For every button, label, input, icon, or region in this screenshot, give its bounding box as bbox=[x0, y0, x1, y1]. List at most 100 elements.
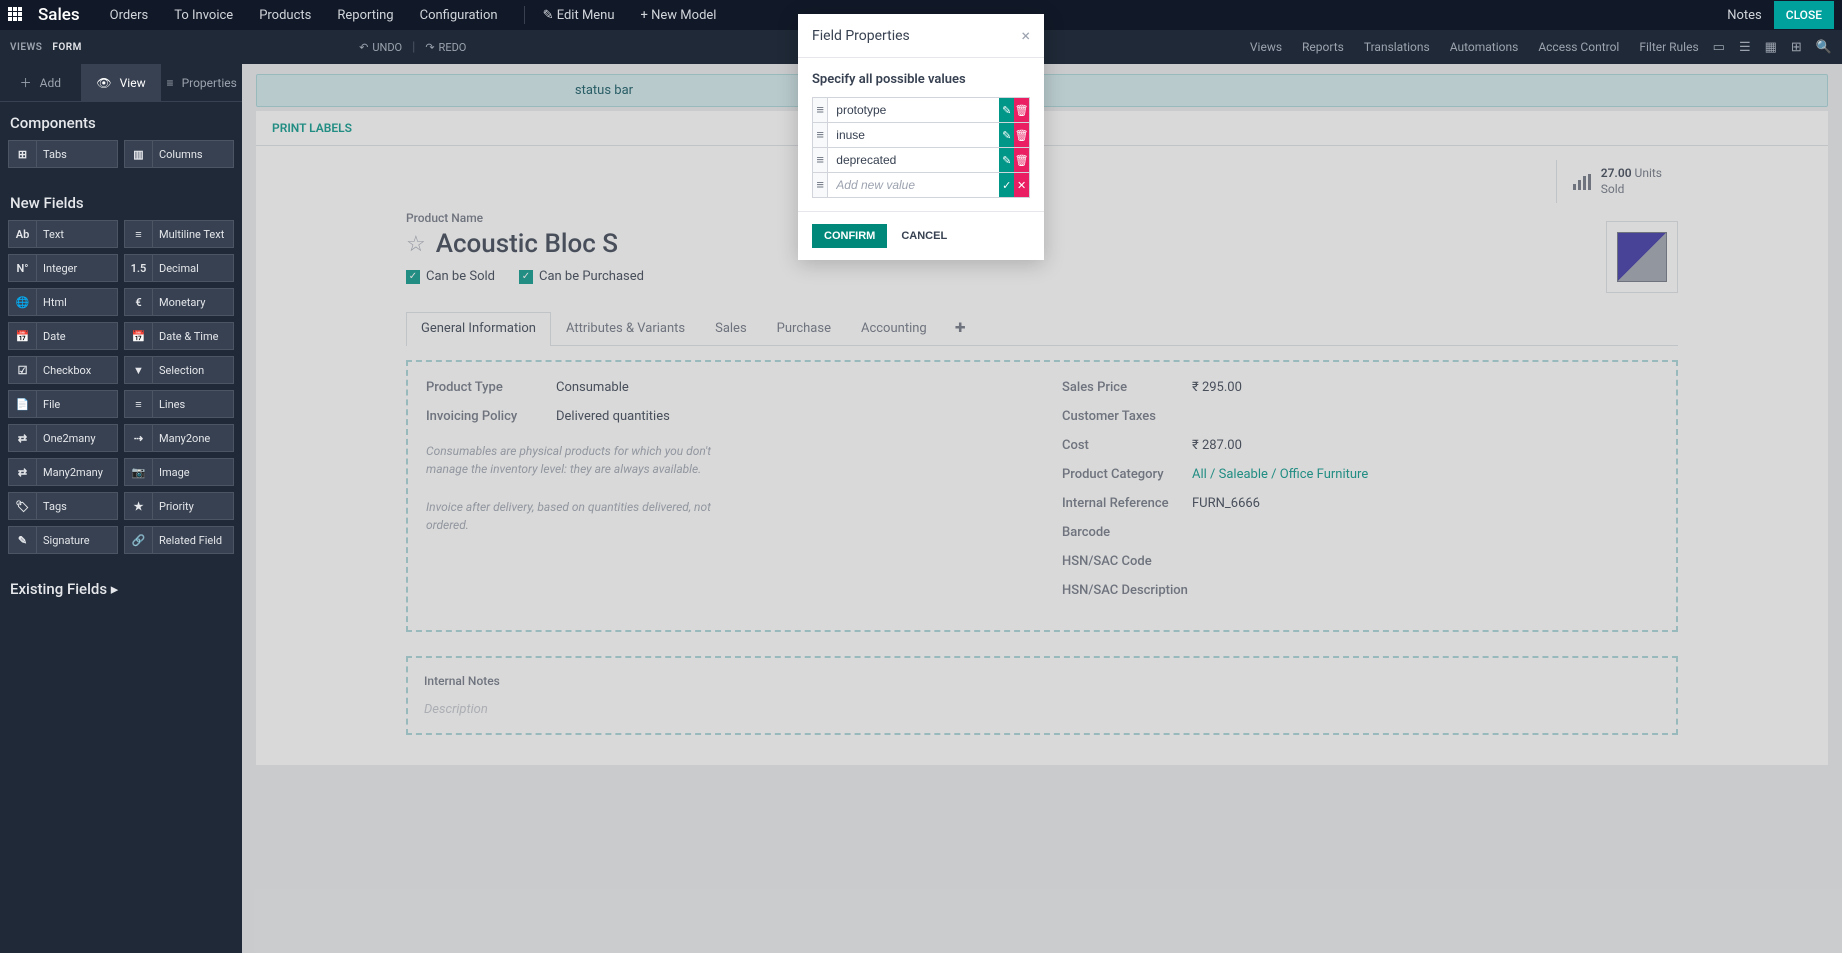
section-components: Components bbox=[0, 102, 242, 140]
form-field: Product TypeConsumable bbox=[426, 380, 1022, 395]
product-tabs: General Information Attributes & Variant… bbox=[406, 312, 1678, 346]
internal-notes-input[interactable]: Description bbox=[424, 702, 1660, 717]
drag-handle-icon[interactable]: ≡ bbox=[813, 123, 828, 147]
search-icon[interactable]: 🔍 bbox=[1816, 40, 1832, 55]
sublink-access[interactable]: Access Control bbox=[1538, 40, 1619, 54]
nav-configuration[interactable]: Configuration bbox=[420, 8, 498, 23]
field-item[interactable]: ⇄Many2many bbox=[8, 458, 118, 486]
bars-icon bbox=[1573, 174, 1591, 190]
sublink-views[interactable]: Views bbox=[1250, 40, 1282, 54]
value-row: ≡ ✎🗑 bbox=[812, 97, 1030, 123]
drag-handle-icon[interactable]: ≡ bbox=[813, 173, 828, 197]
field-item[interactable]: 📅Date bbox=[8, 322, 118, 350]
value-input[interactable] bbox=[828, 98, 999, 122]
nav-to-invoice[interactable]: To Invoice bbox=[174, 8, 233, 23]
form-field: HSN/SAC Code bbox=[1062, 554, 1658, 569]
drag-handle-icon[interactable]: ≡ bbox=[813, 148, 828, 172]
tab-general[interactable]: General Information bbox=[406, 312, 551, 346]
checkbox-can-be-sold[interactable]: ✓Can be Sold bbox=[406, 269, 495, 284]
product-name[interactable]: Acoustic Bloc S bbox=[436, 229, 618, 259]
delete-value-button[interactable]: 🗑 bbox=[1014, 98, 1029, 122]
add-value-input[interactable] bbox=[828, 173, 999, 197]
field-item[interactable]: ✎Signature bbox=[8, 526, 118, 554]
nav-reporting[interactable]: Reporting bbox=[337, 8, 393, 23]
field-item[interactable]: €Monetary bbox=[124, 288, 234, 316]
field-item[interactable]: 1.5Decimal bbox=[124, 254, 234, 282]
view-grid-icon[interactable]: ⊞ bbox=[1791, 40, 1802, 55]
cancel-value-button[interactable]: ✕ bbox=[1014, 173, 1029, 197]
confirm-button[interactable]: CONFIRM bbox=[812, 224, 887, 248]
confirm-value-button[interactable]: ✓ bbox=[999, 173, 1014, 197]
edit-value-button[interactable]: ✎ bbox=[999, 123, 1014, 147]
apps-icon[interactable] bbox=[8, 7, 24, 23]
value-row: ≡ ✎🗑 bbox=[812, 122, 1030, 148]
tab-accounting[interactable]: Accounting bbox=[846, 312, 942, 345]
field-item[interactable]: 🏷Tags bbox=[8, 492, 118, 520]
redo-button[interactable]: ↷ REDO bbox=[425, 41, 466, 54]
mode-view[interactable]: 👁 View bbox=[81, 64, 162, 101]
field-item[interactable]: 📅Date & Time bbox=[124, 322, 234, 350]
view-kanban-icon[interactable]: ▦ bbox=[1765, 40, 1777, 55]
field-item[interactable]: 📷Image bbox=[124, 458, 234, 486]
field-item[interactable]: 📄File bbox=[8, 390, 118, 418]
breadcrumb-form[interactable]: FORM bbox=[52, 42, 82, 53]
sublink-reports[interactable]: Reports bbox=[1302, 40, 1344, 54]
help-text-1: Consumables are physical products for wh… bbox=[426, 442, 726, 478]
divider bbox=[524, 6, 525, 24]
drag-handle-icon[interactable]: ≡ bbox=[813, 98, 828, 122]
cancel-button[interactable]: CANCEL bbox=[897, 224, 951, 248]
product-image[interactable] bbox=[1606, 221, 1678, 293]
app-name: Sales bbox=[38, 5, 80, 25]
nav-products[interactable]: Products bbox=[259, 8, 311, 23]
field-item[interactable]: ⇢Many2one bbox=[124, 424, 234, 452]
field-item[interactable]: ☑Checkbox bbox=[8, 356, 118, 384]
component-item[interactable]: ⊞Tabs bbox=[8, 140, 118, 168]
tab-attributes[interactable]: Attributes & Variants bbox=[551, 312, 700, 345]
value-input[interactable] bbox=[828, 123, 999, 147]
modal-specify-label: Specify all possible values bbox=[812, 72, 1030, 87]
value-row: ≡ ✎🗑 bbox=[812, 147, 1030, 173]
undo-button[interactable]: ↶ UNDO bbox=[359, 41, 402, 54]
field-item[interactable]: AbText bbox=[8, 220, 118, 248]
field-item[interactable]: ≡Multiline Text bbox=[124, 220, 234, 248]
help-text-2: Invoice after delivery, based on quantit… bbox=[426, 498, 726, 534]
view-form-icon[interactable]: ▭ bbox=[1713, 40, 1725, 55]
section-existing-fields[interactable]: Existing Fields ▸ bbox=[0, 568, 242, 606]
field-item[interactable]: 🔗Related Field bbox=[124, 526, 234, 554]
edit-value-button[interactable]: ✎ bbox=[999, 148, 1014, 172]
sublink-automations[interactable]: Automations bbox=[1450, 40, 1519, 54]
notes-link[interactable]: Notes bbox=[1727, 8, 1762, 23]
edit-value-button[interactable]: ✎ bbox=[999, 98, 1014, 122]
form-field: Customer Taxes bbox=[1062, 409, 1658, 424]
stat-sold[interactable]: 27.00 UnitsSold bbox=[1556, 160, 1678, 203]
mode-add[interactable]: ＋ Add bbox=[0, 64, 81, 101]
view-list-icon[interactable]: ☰ bbox=[1739, 40, 1751, 55]
component-item[interactable]: ▥Columns bbox=[124, 140, 234, 168]
delete-value-button[interactable]: 🗑 bbox=[1014, 123, 1029, 147]
checkbox-can-be-purchased[interactable]: ✓Can be Purchased bbox=[519, 269, 644, 284]
new-model-button[interactable]: + New Model bbox=[641, 8, 717, 23]
close-button[interactable]: CLOSE bbox=[1774, 1, 1834, 29]
internal-notes-label: Internal Notes bbox=[424, 674, 1660, 688]
form-field: Barcode bbox=[1062, 525, 1658, 540]
edit-menu-button[interactable]: ✎ Edit Menu bbox=[543, 8, 615, 23]
breadcrumb-views[interactable]: VIEWS bbox=[10, 42, 42, 53]
favorite-star-icon[interactable]: ☆ bbox=[406, 232, 426, 257]
field-item[interactable]: ★Priority bbox=[124, 492, 234, 520]
field-item[interactable]: N°Integer bbox=[8, 254, 118, 282]
tab-sales[interactable]: Sales bbox=[700, 312, 762, 345]
sublink-translations[interactable]: Translations bbox=[1364, 40, 1430, 54]
tab-add-button[interactable]: ✚ bbox=[942, 312, 979, 345]
form-field: Internal ReferenceFURN_6666 bbox=[1062, 496, 1658, 511]
value-input[interactable] bbox=[828, 148, 999, 172]
field-item[interactable]: ≡Lines bbox=[124, 390, 234, 418]
modal-close-button[interactable]: × bbox=[1021, 26, 1030, 45]
field-item[interactable]: 🌐Html bbox=[8, 288, 118, 316]
tab-purchase[interactable]: Purchase bbox=[762, 312, 846, 345]
field-item[interactable]: ⇄One2many bbox=[8, 424, 118, 452]
field-item[interactable]: ▼Selection bbox=[124, 356, 234, 384]
delete-value-button[interactable]: 🗑 bbox=[1014, 148, 1029, 172]
nav-orders[interactable]: Orders bbox=[110, 8, 149, 23]
sublink-filter[interactable]: Filter Rules bbox=[1639, 40, 1698, 54]
mode-properties[interactable]: ≡ Properties bbox=[161, 64, 242, 101]
